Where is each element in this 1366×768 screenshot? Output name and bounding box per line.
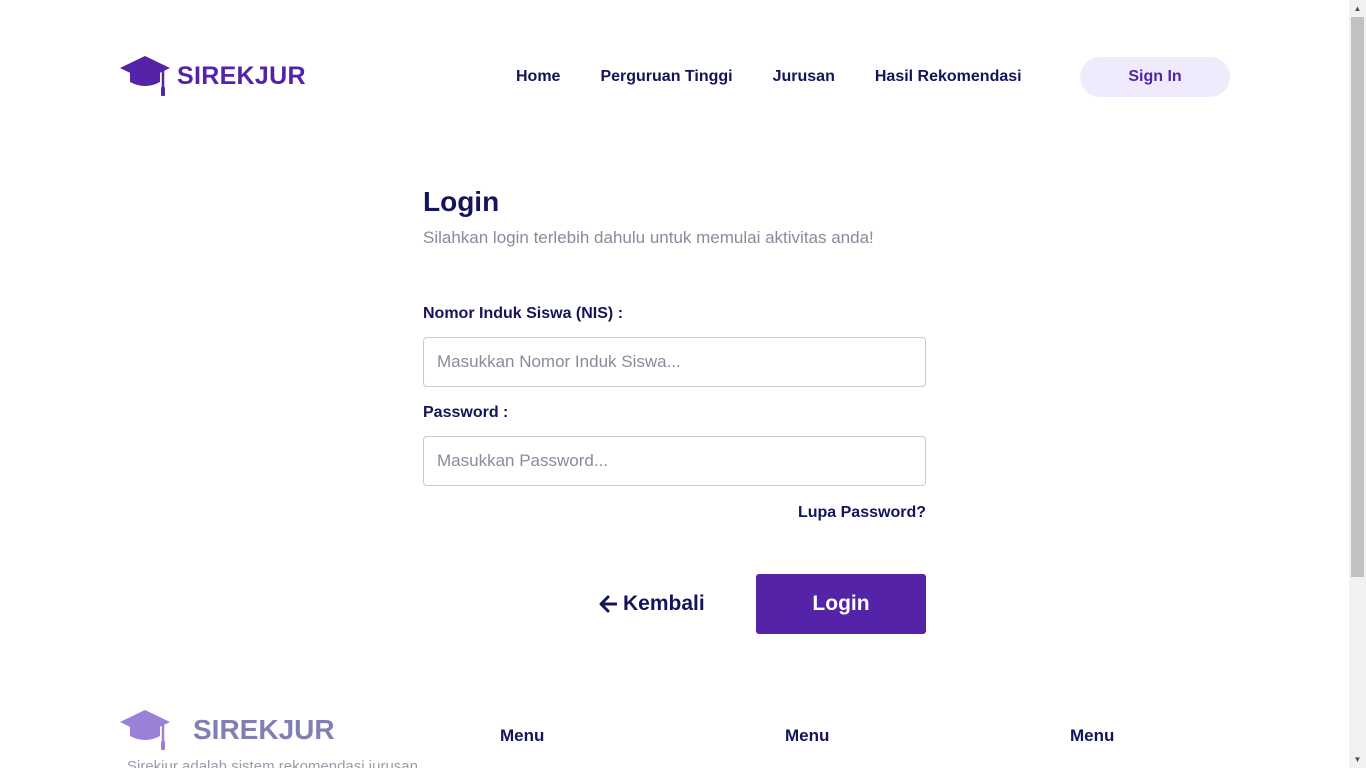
brand-logo[interactable]: SIREKJUR (119, 54, 306, 98)
back-button-label: Kembali (623, 592, 705, 615)
footer-column-title: Menu (500, 726, 545, 745)
login-form: Login Silahkan login terlebih dahulu unt… (423, 184, 926, 634)
login-submit-button[interactable]: Login (756, 574, 926, 634)
footer-brand: SIREKJUR (119, 708, 335, 752)
nis-input[interactable] (423, 337, 926, 387)
graduation-cap-icon (120, 710, 170, 750)
password-input[interactable] (423, 436, 926, 486)
brand-name: SIREKJUR (177, 61, 306, 90)
scrollbar-thumb[interactable] (1351, 17, 1364, 577)
nis-label: Nomor Induk Siswa (NIS) : (423, 305, 624, 322)
nav-perguruan-tinggi[interactable]: Perguruan Tinggi (600, 68, 732, 86)
footer-description: Sirekjur adalah sistem rekomendasi jurus… (127, 758, 418, 768)
login-subtitle: Silahkan login terlebih dahulu untuk mem… (423, 228, 874, 247)
graduation-cap-icon (120, 56, 170, 96)
nav-jurusan[interactable]: Jurusan (773, 68, 835, 86)
scroll-up-arrow-icon[interactable]: ▲ (1349, 0, 1366, 17)
scroll-down-arrow-icon[interactable]: ▼ (1349, 751, 1366, 768)
main-nav: Home Perguruan Tinggi Jurusan Hasil Reko… (500, 57, 1062, 97)
footer-column-title: Menu (785, 726, 830, 745)
arrow-left-icon (599, 595, 617, 613)
nav-hasil-rekomendasi[interactable]: Hasil Rekomendasi (875, 68, 1022, 86)
form-actions: Kembali Login (423, 574, 926, 634)
page: SIREKJUR Home Perguruan Tinggi Jurusan H… (0, 0, 1366, 768)
password-label: Password : (423, 404, 509, 421)
forgot-password-link[interactable]: Lupa Password? (798, 504, 926, 522)
footer-column-title: Menu (1070, 726, 1115, 745)
nav-home[interactable]: Home (516, 68, 560, 86)
back-button[interactable]: Kembali (599, 574, 705, 634)
sign-in-button[interactable]: Sign In (1080, 57, 1230, 97)
login-title: Login (423, 186, 500, 217)
footer-brand-name: SIREKJUR (193, 714, 335, 745)
page-scrollbar[interactable]: ▲ ▼ (1349, 0, 1366, 768)
